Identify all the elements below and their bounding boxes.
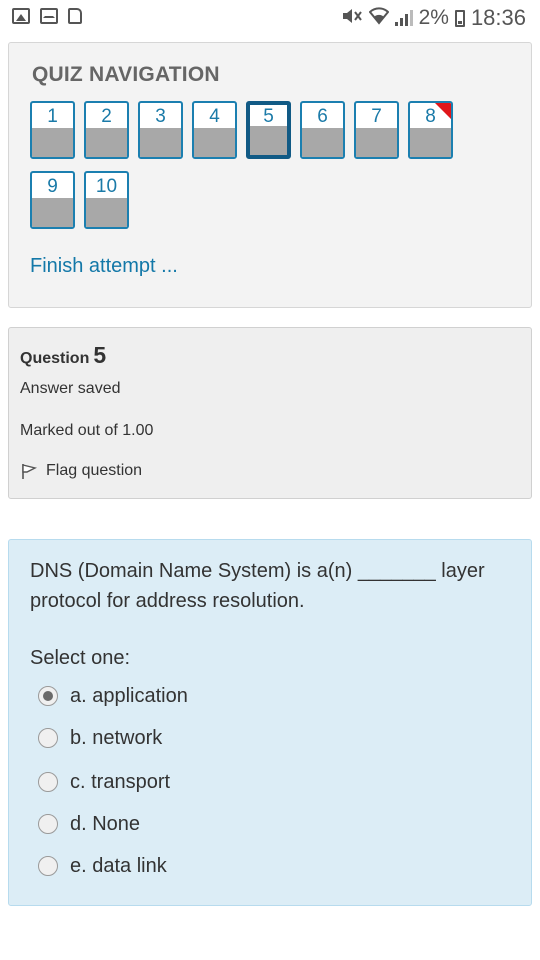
radio-button-checked[interactable] — [38, 686, 58, 706]
question-nav-button-1[interactable]: 1 — [30, 101, 75, 159]
question-info-block: Question 5 Answer saved Marked out of 1.0… — [8, 327, 532, 499]
finish-attempt-link[interactable]: Finish attempt ... — [30, 255, 178, 278]
image-icon — [12, 8, 30, 24]
quiz-navigation-block: QUIZ NAVIGATION 1 2 3 4 5 6 7 8 9 10 Fin… — [8, 42, 532, 308]
question-nav-button-3[interactable]: 3 — [138, 101, 183, 159]
question-nav-button-10[interactable]: 10 — [84, 171, 129, 229]
answer-option-a[interactable]: a. application — [38, 681, 188, 711]
flagged-marker-icon — [434, 103, 451, 120]
wifi-icon — [368, 6, 389, 30]
question-nav-button-5-current[interactable]: 5 — [246, 101, 291, 159]
question-nav-button-4[interactable]: 4 — [192, 101, 237, 159]
question-content-block: DNS (Domain Name System) is a(n) _______… — [8, 539, 532, 906]
question-number: Question 5 — [20, 342, 107, 368]
signal-icon — [394, 10, 413, 26]
answer-option-c[interactable]: c. transport — [38, 767, 170, 797]
answer-option-d[interactable]: d. None — [38, 809, 140, 839]
question-state: Answer saved — [20, 380, 121, 397]
question-text: DNS (Domain Name System) is a(n) _______… — [30, 560, 485, 612]
question-nav-button-6[interactable]: 6 — [300, 101, 345, 159]
flag-question-button[interactable]: Flag question — [20, 462, 142, 480]
quiz-navigation-title: QUIZ NAVIGATION — [32, 63, 220, 86]
mute-icon — [341, 7, 363, 30]
note-icon — [68, 8, 82, 24]
radio-button[interactable] — [38, 728, 58, 748]
question-nav-button-7[interactable]: 7 — [354, 101, 399, 159]
radio-button[interactable] — [38, 772, 58, 792]
question-nav-button-9[interactable]: 9 — [30, 171, 75, 229]
clock: 18:36 — [470, 5, 526, 30]
radio-button[interactable] — [38, 856, 58, 876]
question-nav-button-8-flagged[interactable]: 8 — [408, 101, 453, 159]
battery-percent: 2% — [418, 6, 449, 29]
question-nav-button-2[interactable]: 2 — [84, 101, 129, 159]
answer-option-b[interactable]: b. network — [38, 723, 162, 753]
radio-button[interactable] — [38, 814, 58, 834]
question-grade: Marked out of 1.00 — [20, 422, 154, 439]
flag-icon — [20, 462, 38, 480]
answer-option-e[interactable]: e. data link — [38, 851, 167, 881]
select-one-label: Select one: — [30, 647, 131, 669]
status-bar: 2% 18:36 — [0, 0, 540, 36]
battery-icon — [454, 9, 465, 27]
flag-question-label: Flag question — [46, 462, 143, 479]
mail-icon — [40, 8, 58, 24]
